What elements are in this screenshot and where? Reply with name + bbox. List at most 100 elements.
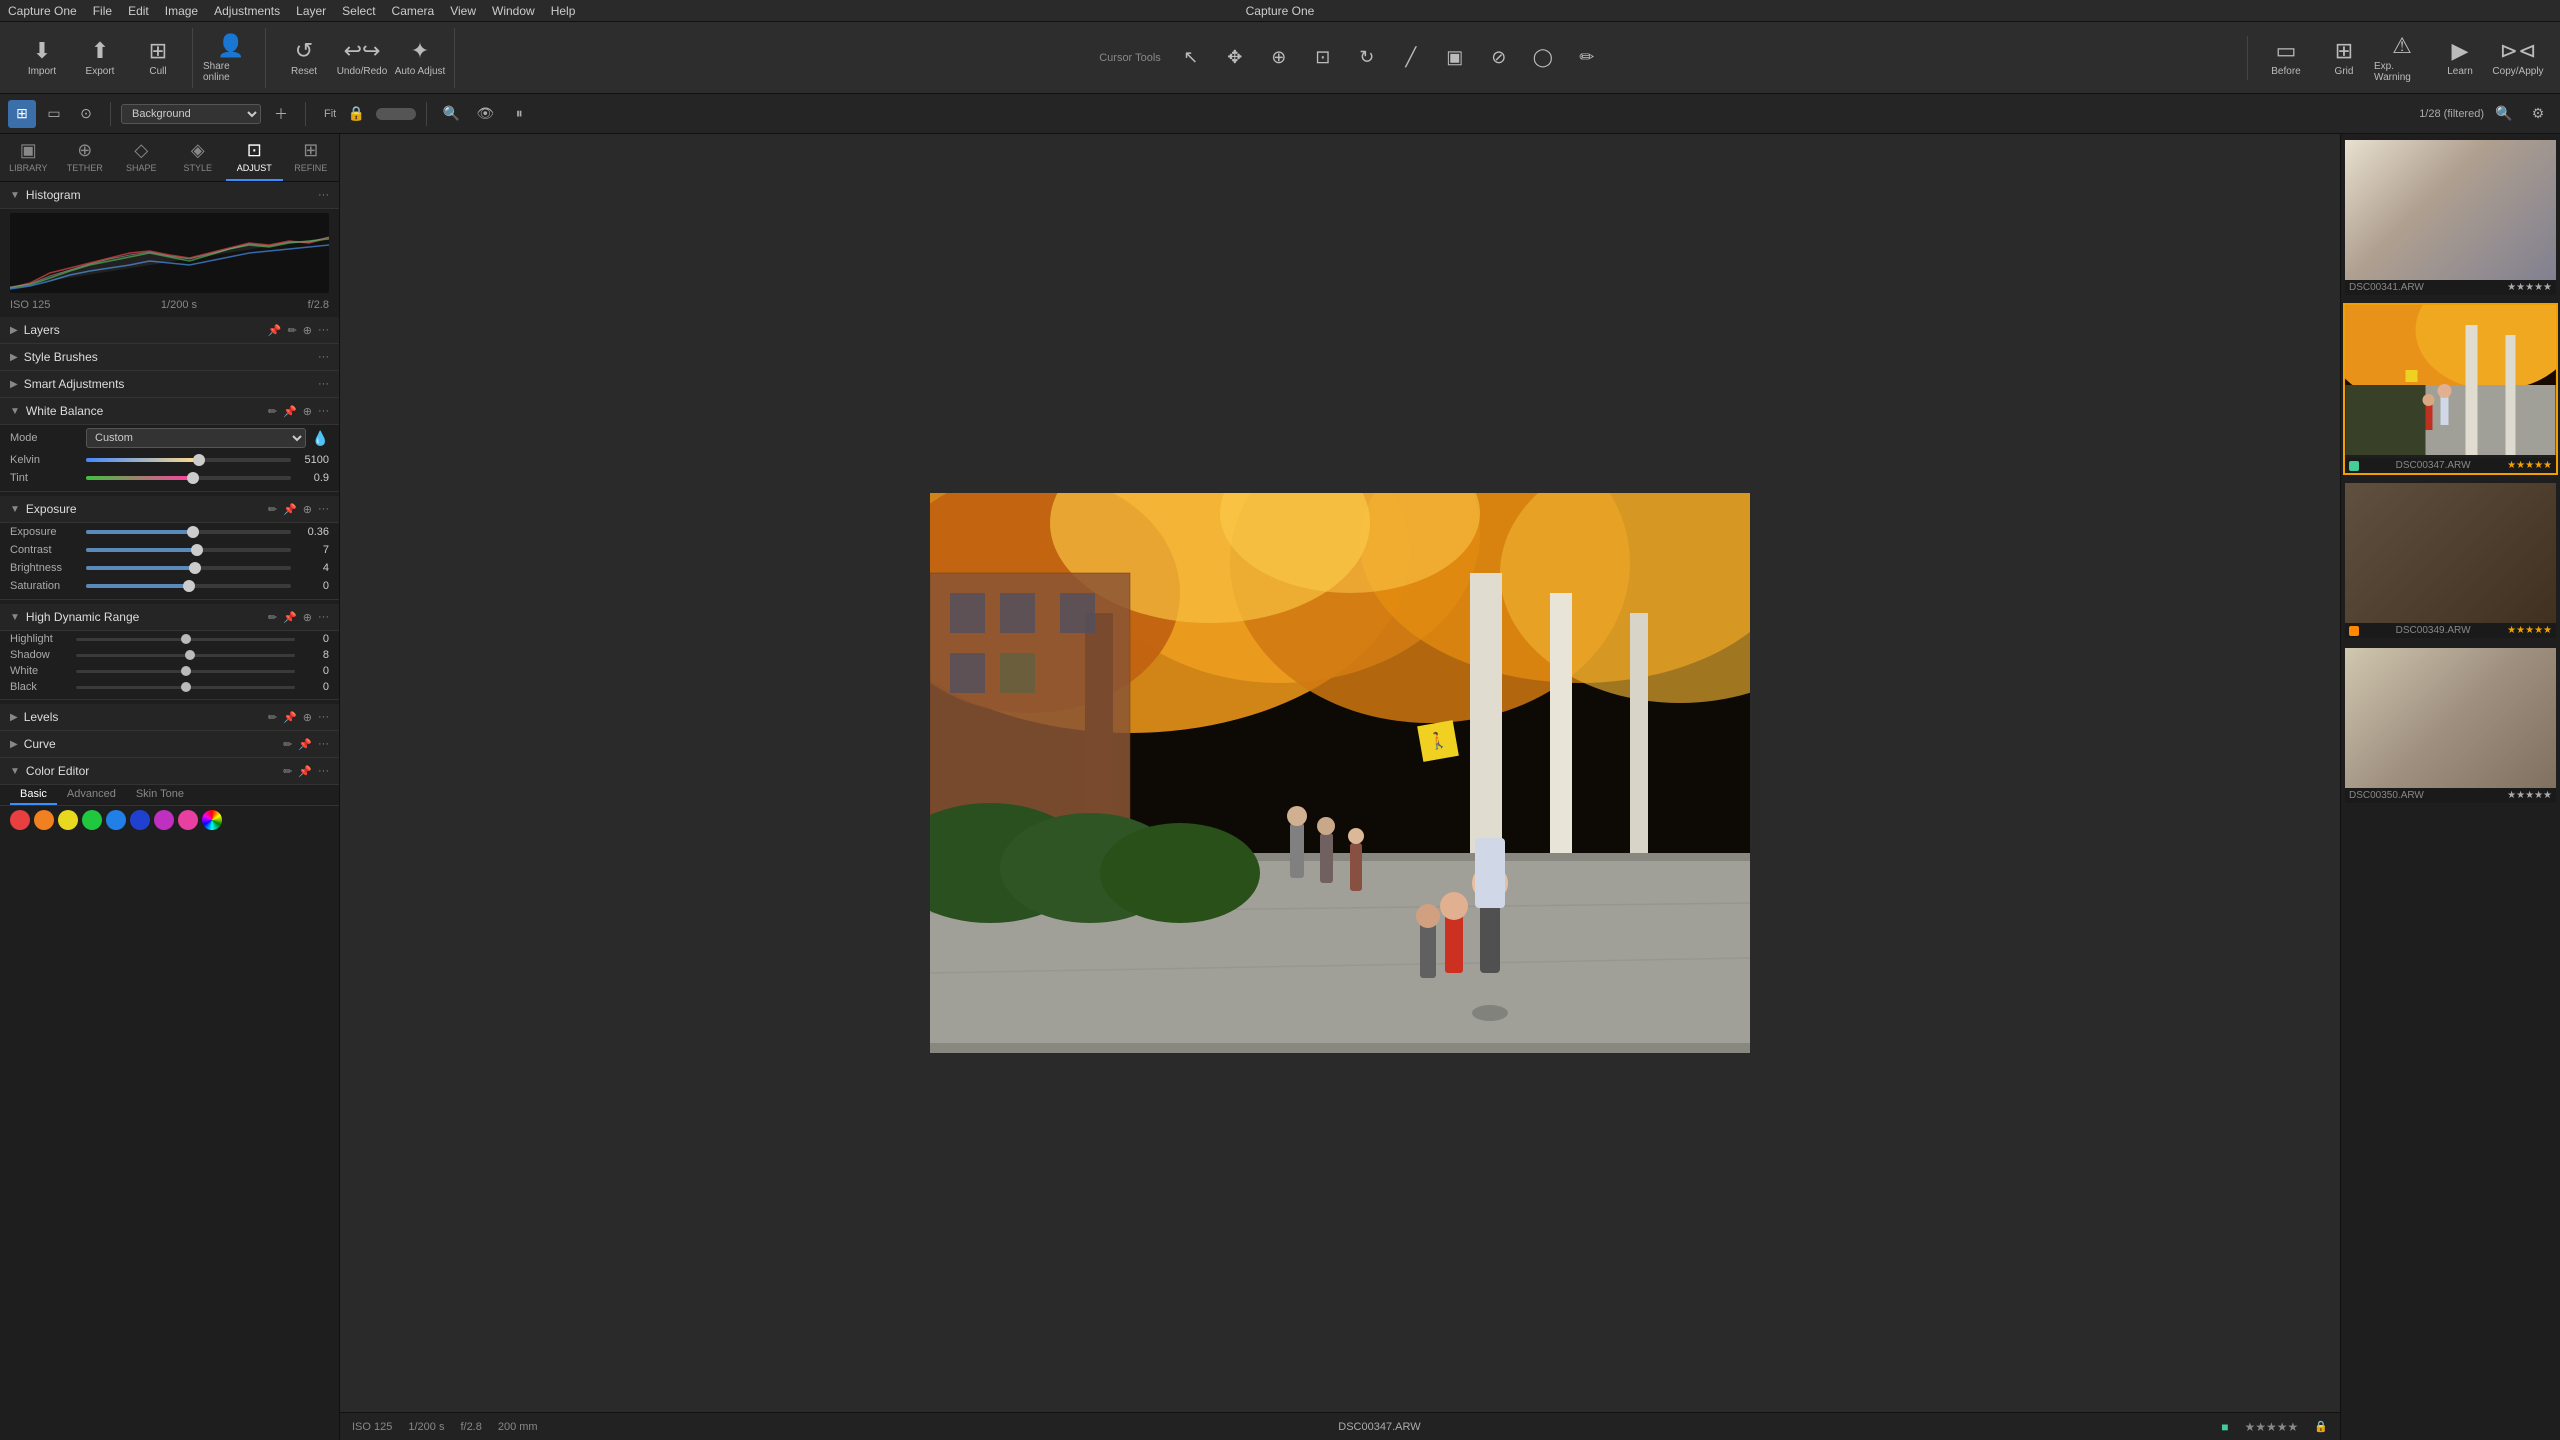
hdr-edit[interactable]: ✏	[268, 611, 277, 624]
color-editor-pin[interactable]: 📌	[298, 765, 312, 778]
style-brushes-section-header[interactable]: ▶ Style Brushes ···	[0, 344, 339, 371]
cursor-rotate[interactable]: ↻	[1347, 36, 1387, 80]
histogram-section-header[interactable]: ▼ Histogram ···	[0, 182, 339, 209]
menu-adjustments[interactable]: Adjustments	[214, 4, 280, 18]
cursor-straighten[interactable]: ╱	[1391, 36, 1431, 80]
wb-more[interactable]: ···	[318, 405, 329, 418]
shadow-slider[interactable]	[76, 654, 295, 657]
menu-capture-one[interactable]: Capture One	[8, 4, 77, 18]
layers-copy[interactable]: ⊕	[303, 324, 312, 337]
cursor-mask[interactable]: ⊘	[1479, 36, 1519, 80]
saturation-thumb[interactable]	[183, 580, 195, 592]
zoom-slider[interactable]	[376, 108, 416, 120]
color-tab-advanced[interactable]: Advanced	[57, 785, 126, 805]
tint-slider[interactable]	[86, 476, 291, 480]
exposure-more[interactable]: ···	[318, 503, 329, 516]
view-tethered[interactable]: ⊙	[72, 100, 100, 128]
swatch-purple[interactable]	[154, 810, 174, 830]
swatch-pink[interactable]	[178, 810, 198, 830]
swatch-navy[interactable]	[130, 810, 150, 830]
thumbnail-3[interactable]: DSC00349.ARW ★★★★★	[2343, 481, 2558, 640]
autoadjust-button[interactable]: ✦ Auto Adjust	[392, 28, 448, 88]
wb-section-header[interactable]: ▼ White Balance ✏ 📌 ⊕ ···	[0, 398, 339, 425]
curve-section-header[interactable]: ▶ Curve ✏ 📌 ···	[0, 731, 339, 758]
grid-button[interactable]: ⊞ Grid	[2316, 28, 2372, 88]
wb-edit[interactable]: ✏	[268, 405, 277, 418]
copypaste-button[interactable]: ⊳⊲ Copy/Apply	[2490, 28, 2546, 88]
exposure-slider[interactable]	[86, 530, 291, 534]
levels-section-header[interactable]: ▶ Levels ✏ 📌 ⊕ ···	[0, 704, 339, 731]
color-editor-more[interactable]: ···	[318, 765, 329, 778]
menu-help[interactable]: Help	[551, 4, 576, 18]
saturation-slider[interactable]	[86, 584, 291, 588]
exposure-edit[interactable]: ✏	[268, 503, 277, 516]
brightness-thumb[interactable]	[189, 562, 201, 574]
layers-pin[interactable]: 📌	[268, 324, 282, 337]
swatch-orange[interactable]	[34, 810, 54, 830]
tab-library[interactable]: ▣ LIBRARY	[0, 134, 57, 181]
fit-lock[interactable]: 🔒	[342, 100, 370, 128]
color-tab-basic[interactable]: Basic	[10, 785, 57, 805]
menu-view[interactable]: View	[450, 4, 476, 18]
swatch-red[interactable]	[10, 810, 30, 830]
kelvin-thumb[interactable]	[193, 454, 205, 466]
cursor-select2[interactable]: ▣	[1435, 36, 1475, 80]
swatch-green[interactable]	[82, 810, 102, 830]
contrast-slider[interactable]	[86, 548, 291, 552]
hdr-copy[interactable]: ⊕	[303, 611, 312, 624]
cursor-brush[interactable]: ✏	[1567, 36, 1607, 80]
menu-window[interactable]: Window	[492, 4, 535, 18]
menu-layer[interactable]: Layer	[296, 4, 326, 18]
cull-button[interactable]: ⊞ Cull	[130, 28, 186, 88]
tab-adjust[interactable]: ⊡ ADJUST	[226, 134, 283, 181]
levels-more[interactable]: ···	[318, 711, 329, 724]
wb-pin[interactable]: 📌	[283, 405, 297, 418]
tab-tether[interactable]: ⊕ TETHER	[57, 134, 114, 181]
smart-adj-section-header[interactable]: ▶ Smart Adjustments ···	[0, 371, 339, 398]
levels-pin[interactable]: 📌	[283, 711, 297, 724]
cursor-move[interactable]: ✥	[1215, 36, 1255, 80]
wb-mode-select[interactable]: Custom	[86, 428, 306, 448]
wb-eyedropper[interactable]: 💧	[312, 430, 329, 447]
settings-button[interactable]: ⚙	[2524, 100, 2552, 128]
exposure-section-header[interactable]: ▼ Exposure ✏ 📌 ⊕ ···	[0, 496, 339, 523]
wb-copy[interactable]: ⊕	[303, 405, 312, 418]
levels-copy[interactable]: ⊕	[303, 711, 312, 724]
swatch-all[interactable]	[202, 810, 222, 830]
shadow-thumb[interactable]	[185, 650, 195, 660]
reset-button[interactable]: ↺ Reset	[276, 28, 332, 88]
color-editor-section-header[interactable]: ▼ Color Editor ✏ 📌 ···	[0, 758, 339, 785]
curve-pin[interactable]: 📌	[298, 738, 312, 751]
histogram-more[interactable]: ···	[318, 189, 329, 201]
layers-section-header[interactable]: ▶ Layers 📌 ✏ ⊕ ···	[0, 317, 339, 344]
black-slider[interactable]	[76, 686, 295, 689]
thumbnail-1[interactable]: DSC00341.ARW ★★★★★	[2343, 138, 2558, 297]
exposure-pin[interactable]: 📌	[283, 503, 297, 516]
tint-thumb[interactable]	[187, 472, 199, 484]
view-filmstrip[interactable]: ⊞	[8, 100, 36, 128]
cursor-select[interactable]: ↖	[1171, 36, 1211, 80]
layer-dropdown[interactable]: Background	[121, 104, 261, 124]
tab-style[interactable]: ◈ STYLE	[170, 134, 227, 181]
thumbnail-2[interactable]: DSC00347.ARW ★★★★★	[2343, 303, 2558, 475]
hdr-pin[interactable]: 📌	[283, 611, 297, 624]
hdr-more[interactable]: ···	[318, 611, 329, 624]
levels-edit[interactable]: ✏	[268, 711, 277, 724]
swatch-blue[interactable]	[106, 810, 126, 830]
pause-button[interactable]: ⏸	[505, 100, 533, 128]
color-editor-edit[interactable]: ✏	[283, 765, 292, 778]
search-button[interactable]: 🔍	[2490, 100, 2518, 128]
before-button[interactable]: ▭ Before	[2258, 28, 2314, 88]
contrast-thumb[interactable]	[191, 544, 203, 556]
white-thumb[interactable]	[181, 666, 191, 676]
menu-select[interactable]: Select	[342, 4, 375, 18]
swatch-yellow[interactable]	[58, 810, 78, 830]
smart-adj-more[interactable]: ···	[318, 378, 329, 390]
brightness-slider[interactable]	[86, 566, 291, 570]
import-button[interactable]: ⬇ Import	[14, 28, 70, 88]
expwarning-button[interactable]: ⚠ Exp. Warning	[2374, 28, 2430, 88]
color-tab-skintone[interactable]: Skin Tone	[126, 785, 194, 805]
highlight-slider[interactable]	[76, 638, 295, 641]
menu-camera[interactable]: Camera	[392, 4, 435, 18]
view-single[interactable]: ▭	[40, 100, 68, 128]
